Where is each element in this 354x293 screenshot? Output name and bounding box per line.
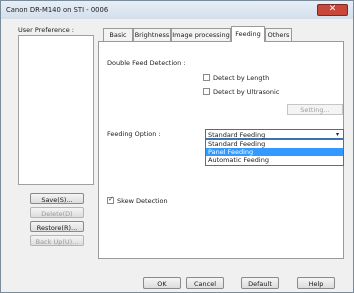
detect-by-length-checkbox[interactable] xyxy=(203,74,210,81)
detect-by-length-label: Detect by Length xyxy=(213,74,270,82)
user-preference-label: User Preference : xyxy=(18,26,74,34)
tab-basic-label: Basic xyxy=(109,31,127,39)
help-button[interactable]: Help xyxy=(297,277,335,289)
detect-by-ultrasonic-label: Detect by Ultrasonic xyxy=(213,88,280,96)
window-title: Canon DR-M140 on STI - 0006 xyxy=(6,6,109,14)
close-icon: ✕ xyxy=(328,4,337,14)
cancel-button[interactable]: Cancel xyxy=(186,277,224,289)
setting-button[interactable]: Setting... xyxy=(287,104,343,115)
tab-brightness-label: Brightness xyxy=(134,31,170,39)
delete-button[interactable]: Delete(D) xyxy=(30,207,84,218)
ok-button[interactable]: OK xyxy=(143,277,181,289)
tab-feeding[interactable]: Feeding xyxy=(231,26,265,42)
skew-detection-checkbox[interactable] xyxy=(107,195,114,204)
dropdown-option-automatic-feeding[interactable]: Automatic Feeding xyxy=(206,156,343,164)
tab-basic[interactable]: Basic xyxy=(103,28,133,41)
feeding-option-select[interactable]: Standard Feeding ▾ xyxy=(205,129,344,139)
dropdown-option-panel-feeding[interactable]: Panel Feeding xyxy=(206,148,343,156)
skew-detection-label: Skew Detection xyxy=(117,197,168,205)
tab-others[interactable]: Others xyxy=(265,28,292,41)
tab-image-processing-label: Image processing xyxy=(172,31,230,39)
backup-button-label: Back Up(U)... xyxy=(35,238,79,246)
cancel-button-label: Cancel xyxy=(193,280,217,288)
tab-brightness[interactable]: Brightness xyxy=(133,28,171,41)
default-button[interactable]: Default xyxy=(241,277,279,289)
tab-image-processing[interactable]: Image processing xyxy=(171,28,231,41)
dropdown-option-standard-feeding[interactable]: Standard Feeding xyxy=(206,140,343,148)
feeding-option-value: Standard Feeding xyxy=(208,131,266,139)
feeding-option-label: Feeding Option : xyxy=(107,130,161,138)
save-button[interactable]: Save(S)... xyxy=(30,193,84,204)
delete-button-label: Delete(D) xyxy=(41,210,73,218)
detect-by-ultrasonic-checkbox[interactable] xyxy=(203,88,210,95)
restore-button-label: Restore(R)... xyxy=(36,224,78,232)
ok-button-label: OK xyxy=(157,280,167,288)
title-bar[interactable]: Canon DR-M140 on STI - 0006 ✕ xyxy=(1,1,353,19)
help-button-label: Help xyxy=(308,280,324,288)
default-button-label: Default xyxy=(248,280,272,288)
dialog-window: Canon DR-M140 on STI - 0006 ✕ User Prefe… xyxy=(0,0,354,293)
feeding-option-dropdown: Standard Feeding Panel Feeding Automatic… xyxy=(205,139,344,166)
tab-feeding-label: Feeding xyxy=(235,30,261,38)
chevron-down-icon: ▾ xyxy=(336,131,340,138)
save-button-label: Save(S)... xyxy=(41,196,73,204)
user-preference-list[interactable] xyxy=(18,35,94,185)
backup-button[interactable]: Back Up(U)... xyxy=(30,235,84,246)
close-button[interactable]: ✕ xyxy=(317,4,348,16)
restore-button[interactable]: Restore(R)... xyxy=(30,221,84,232)
double-feed-label: Double Feed Detection : xyxy=(107,59,186,67)
setting-button-label: Setting... xyxy=(300,106,330,114)
tab-others-label: Others xyxy=(267,31,290,39)
